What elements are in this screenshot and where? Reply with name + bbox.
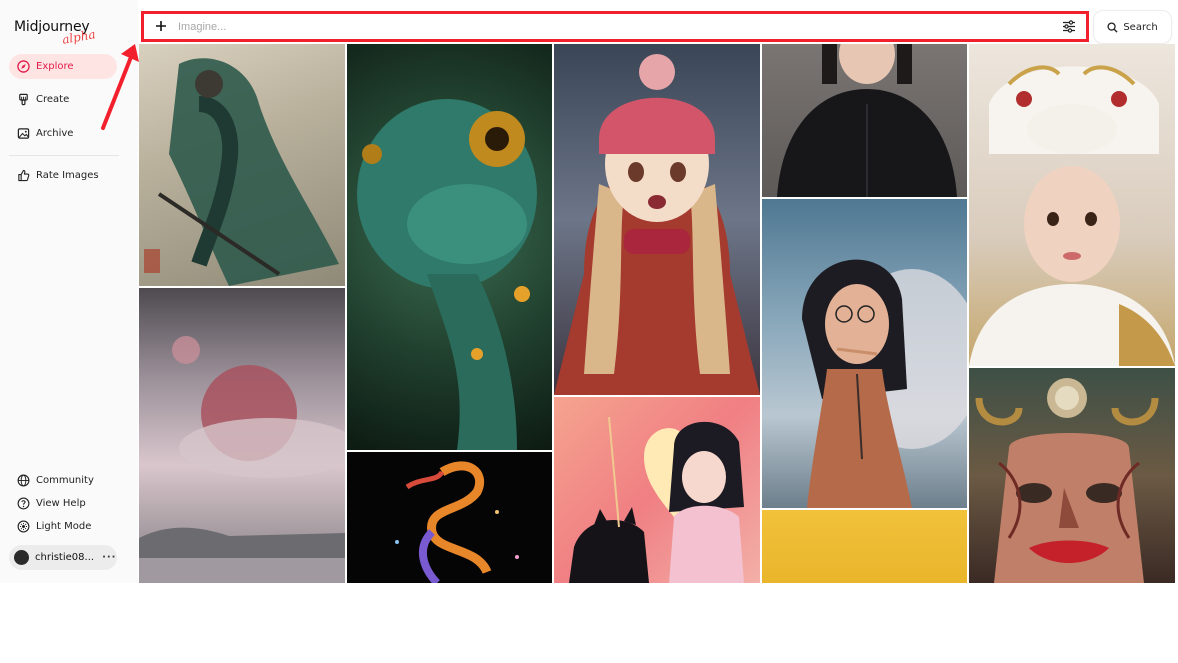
sidebar-item-rate-images[interactable]: Rate Images <box>9 163 117 188</box>
gallery-image[interactable] <box>969 44 1175 366</box>
sidebar-item-label: Community <box>36 475 94 486</box>
gallery-image[interactable] <box>762 199 967 508</box>
more-options-icon[interactable]: ··· <box>102 552 116 563</box>
gallery-image[interactable] <box>347 452 552 583</box>
sidebar-item-label: Explore <box>36 61 74 72</box>
search-icon <box>1107 21 1118 33</box>
gallery-image[interactable] <box>554 44 760 395</box>
gallery-image[interactable] <box>347 44 552 450</box>
gallery-image[interactable] <box>762 44 967 197</box>
gallery-image[interactable] <box>762 510 967 583</box>
brush-icon <box>16 93 30 107</box>
sidebar: Midjourney alpha Explore Create Archive <box>0 0 138 583</box>
sidebar-item-archive[interactable]: Archive <box>9 121 117 146</box>
image-icon <box>16 127 30 141</box>
search-button[interactable]: Search <box>1094 11 1171 43</box>
plus-icon[interactable] <box>144 16 178 37</box>
sidebar-item-explore[interactable]: Explore <box>9 54 117 79</box>
sidebar-item-label: View Help <box>36 498 86 509</box>
sliders-icon[interactable] <box>1052 20 1086 33</box>
sidebar-item-light-mode[interactable]: Light Mode <box>9 514 117 539</box>
gallery-image[interactable] <box>969 368 1175 583</box>
sidebar-item-label: Create <box>36 94 70 105</box>
help-circle-icon <box>16 497 30 511</box>
thumbs-up-icon <box>16 169 30 183</box>
sidebar-item-view-help[interactable]: View Help <box>9 491 117 516</box>
globe-icon <box>16 474 30 488</box>
sidebar-item-label: Rate Images <box>36 170 99 181</box>
app-window: Midjourney alpha Explore Create Archive <box>0 0 1178 583</box>
sidebar-divider <box>9 155 119 156</box>
sidebar-item-create[interactable]: Create <box>9 87 117 112</box>
username: christie08... <box>35 552 95 563</box>
sidebar-item-community[interactable]: Community <box>9 468 117 493</box>
avatar <box>14 550 29 565</box>
sun-icon <box>16 520 30 534</box>
gallery-image[interactable] <box>139 288 345 583</box>
user-menu[interactable]: christie08... ··· <box>9 545 117 570</box>
sidebar-item-label: Light Mode <box>36 521 92 532</box>
imagine-bar <box>141 11 1089 42</box>
imagine-input[interactable] <box>178 20 1052 33</box>
gallery-image[interactable] <box>554 397 760 583</box>
gallery-image[interactable] <box>139 44 345 286</box>
compass-icon <box>16 60 30 74</box>
sidebar-item-label: Archive <box>36 128 74 139</box>
search-button-label: Search <box>1123 21 1158 33</box>
